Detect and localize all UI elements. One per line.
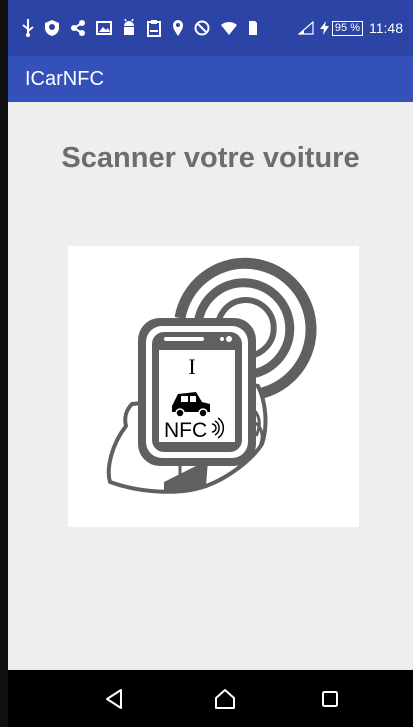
share-icon	[71, 20, 85, 36]
illustration-nfc-label: NFC	[164, 419, 207, 442]
home-button[interactable]	[205, 684, 245, 714]
android-icon	[124, 19, 134, 35]
status-bar: 95 % 11:48	[8, 0, 413, 56]
device-frame: 95 % 11:48 ICarNFC Scanner votre voiture	[0, 0, 413, 727]
location-icon	[173, 20, 183, 36]
clock: 11:48	[369, 20, 403, 36]
app-bar: ICarNFC	[8, 56, 413, 102]
usb-icon	[22, 19, 34, 37]
nfc-scan-illustration[interactable]: I NFC	[68, 246, 359, 527]
phone-nfc-icon: I NFC	[106, 257, 317, 494]
home-icon	[215, 689, 235, 709]
recent-apps-button[interactable]	[310, 684, 350, 714]
page-title: Scanner votre voiture	[61, 142, 360, 174]
back-button[interactable]	[94, 684, 134, 714]
battery-percent: 95 %	[331, 20, 363, 36]
smartphone-icon	[138, 318, 256, 466]
recent-apps-icon	[322, 691, 338, 707]
wifi-icon	[221, 21, 237, 35]
battery-indicator: 95 %	[319, 20, 363, 36]
status-icons	[22, 17, 258, 39]
back-icon	[106, 689, 122, 709]
main-content: Scanner votre voiture I NFC	[8, 102, 413, 670]
app-title: ICarNFC	[25, 68, 104, 90]
sim-icon	[249, 21, 257, 35]
signal-icon	[297, 21, 314, 35]
image-icon	[96, 21, 112, 35]
navigation-bar	[8, 670, 413, 727]
status-right: 95 % 11:48	[297, 17, 403, 39]
screen: 95 % 11:48 ICarNFC Scanner votre voiture	[8, 0, 413, 727]
clipboard-icon	[147, 20, 161, 37]
shield-icon	[45, 20, 59, 36]
do-not-disturb-icon	[194, 20, 210, 36]
illustration-letter: I	[188, 354, 195, 379]
charging-icon	[319, 21, 329, 35]
